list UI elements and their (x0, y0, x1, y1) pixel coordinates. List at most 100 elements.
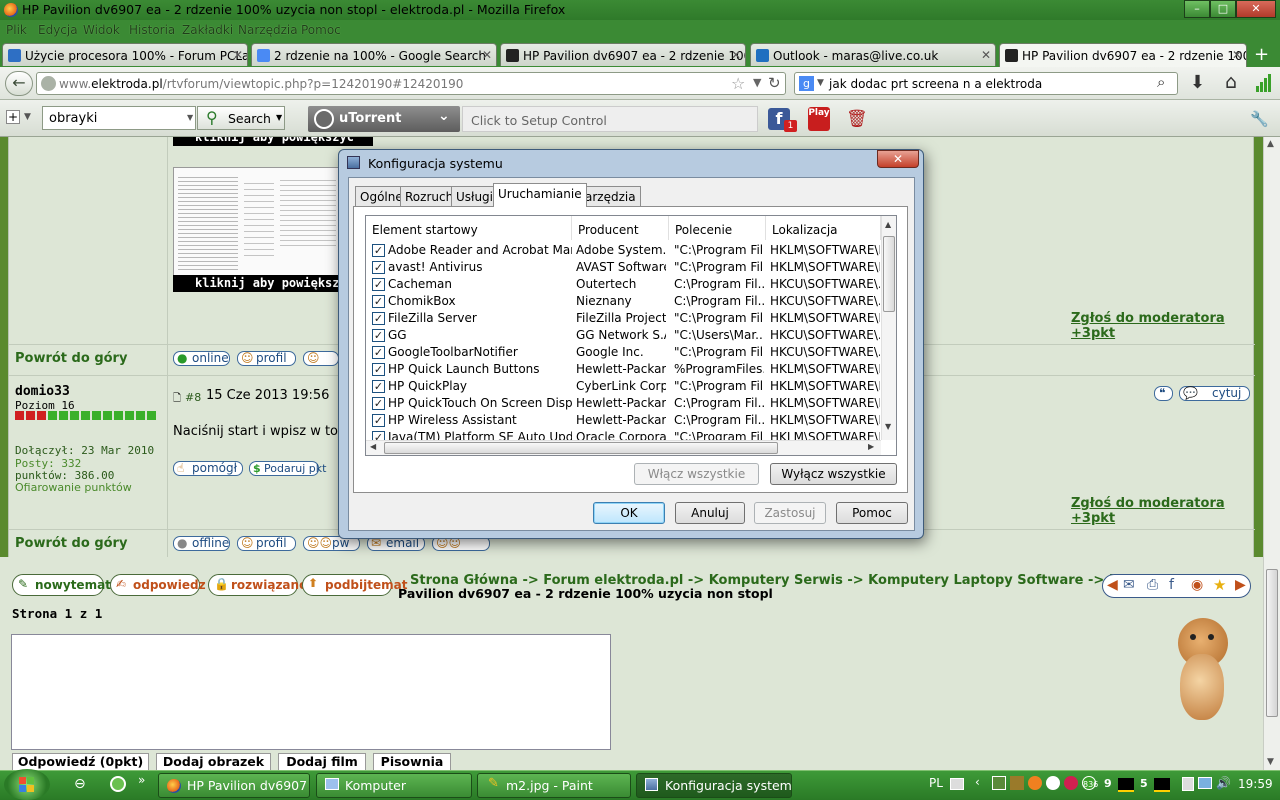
trash-icon[interactable]: 🗑 (846, 109, 868, 129)
thumb-caption-top[interactable]: kliknij aby powiększyc (173, 137, 373, 146)
startup-checkbox[interactable]: ✓ (372, 329, 385, 342)
profile-button[interactable]: ☺ profil (237, 536, 296, 551)
scroll-up-arrow[interactable]: ▲ (1267, 139, 1274, 149)
startup-checkbox[interactable]: ✓ (372, 363, 385, 376)
toolbar-dropdown-icon[interactable]: ▼ (24, 112, 31, 122)
startup-checkbox[interactable]: ✓ (372, 295, 385, 308)
report-moderator-link[interactable]: Zgłoś do moderatora +3pkt (1071, 311, 1253, 341)
tab-google-search[interactable]: 2 rdzenie na 100% - Google Search ✕ (251, 43, 497, 66)
toolbar-add-icon[interactable]: + (6, 110, 20, 124)
reload-icon[interactable]: ↻ (768, 74, 781, 92)
col-manufacturer[interactable]: Producent (572, 216, 669, 240)
startup-checkbox[interactable]: ✓ (372, 244, 385, 257)
menu-file[interactable]: Plik (6, 23, 27, 37)
col-location[interactable]: Lokalizacja (766, 216, 881, 240)
search-input[interactable]: jak dodac prt screena n a elektroda (829, 77, 1042, 91)
facebook-share-icon[interactable]: f (1169, 577, 1174, 593)
google-engine-icon[interactable]: g (799, 76, 814, 91)
reply-button[interactable]: ✍ odpowiedz (110, 574, 206, 596)
bookmark-star-icon[interactable]: ☆ (731, 74, 745, 93)
startup-row[interactable]: ✓ HP QuickTouch On Screen Display Hewlett-… (366, 395, 881, 412)
profile-button[interactable]: ☺ profil (237, 351, 296, 366)
next-icon[interactable]: ▶ (1235, 577, 1246, 593)
quicklaunch-more-icon[interactable]: » (138, 773, 145, 787)
scrollbar-thumb[interactable] (1266, 569, 1278, 717)
tray-app-icon[interactable] (1010, 776, 1024, 790)
startup-row[interactable]: ✓ GG GG Network S.A. "C:\Users\Mar... HKCU\S… (366, 327, 881, 344)
toolbar-search-dropdown-icon[interactable]: ▼ (187, 113, 193, 122)
tab-boot[interactable]: Rozruch (400, 186, 459, 206)
offline-button[interactable]: ● offline (173, 536, 230, 551)
close-window-button[interactable]: ✕ (1236, 0, 1276, 18)
search-bar[interactable]: g ▼ jak dodac prt screena n a elektroda … (794, 72, 1178, 95)
close-tab-icon[interactable]: ✕ (981, 48, 991, 62)
new-topic-button[interactable]: ✎ nowytemat (12, 574, 111, 596)
network-icon[interactable] (1198, 777, 1212, 789)
online-button[interactable]: ● online (173, 351, 230, 366)
quicklaunch-icon[interactable]: ⊖ (74, 776, 86, 792)
quote-button[interactable]: 💬 cytuj (1179, 386, 1250, 401)
startup-row[interactable]: ✓ HP QuickPlay CyberLink Corp. "C:\Program … (366, 378, 881, 395)
col-startup-item[interactable]: Element startowy (366, 216, 572, 240)
list-vertical-scrollbar[interactable]: ▲ ▼ (881, 216, 896, 440)
url-text[interactable]: www.elektroda.pl/rtvforum/viewtopic.php?… (59, 77, 463, 91)
bump-topic-button[interactable]: ⬆ podbijtemat (302, 574, 407, 596)
menu-tools[interactable]: Narzędzia (238, 23, 298, 37)
startup-checkbox[interactable]: ✓ (372, 346, 385, 359)
multiquote-button[interactable]: ❝ (1154, 386, 1173, 401)
scroll-down-arrow[interactable]: ▼ (1267, 757, 1274, 767)
volume-icon[interactable]: 🔊 (1216, 776, 1231, 790)
url-dropdown-icon[interactable]: ▼ (753, 76, 761, 89)
tray-device-icon[interactable] (1182, 777, 1194, 791)
url-bar[interactable]: www.elektroda.pl/rtvforum/viewtopic.php?… (36, 72, 786, 95)
prev-icon[interactable]: ◀ (1107, 577, 1118, 593)
helped-button[interactable]: ☝ pomógł (173, 461, 243, 476)
add-image-button[interactable]: Dodaj obrazek (156, 753, 271, 771)
give-points-button[interactable]: $ Podaruj pkt (249, 461, 326, 476)
startup-row[interactable]: ✓ FileZilla Server FileZilla Project "C:\Pr… (366, 310, 881, 327)
help-button[interactable]: Pomoc (836, 502, 908, 524)
home-icon[interactable]: ⌂ (1225, 71, 1237, 93)
reply-submit-button[interactable]: Odpowiedź (0pkt) (12, 753, 149, 771)
tab-elektroda-active[interactable]: HP Pavilion dv6907 ea - 2 rdzenie 100...… (999, 43, 1247, 67)
star-icon[interactable]: ★ (1213, 576, 1226, 594)
ok-button[interactable]: OK (593, 502, 665, 524)
tray-app-icon[interactable] (1028, 776, 1042, 790)
startup-checkbox[interactable]: ✓ (372, 312, 385, 325)
startup-row[interactable]: ✓ avast! Antivirus AVAST Software "C:\Progr… (366, 259, 881, 276)
menu-help[interactable]: Pomoc (301, 23, 341, 37)
startup-checkbox[interactable]: ✓ (372, 380, 385, 393)
spellcheck-button[interactable]: Pisownia (373, 753, 451, 771)
start-button[interactable] (4, 769, 50, 800)
startup-row[interactable]: ✓ ChomikBox Nieznany C:\Program Fil... HKCU\… (366, 293, 881, 310)
clock[interactable]: 19:59 (1238, 777, 1273, 791)
donate-points-link[interactable]: Ofiarowanie punktów (15, 481, 132, 494)
startup-items-list[interactable]: Element startowy Producent Polecenie Lok… (365, 215, 897, 456)
list-horizontal-scrollbar[interactable]: ◀ ▶ (366, 440, 881, 455)
enable-all-button[interactable]: Włącz wszystkie (634, 463, 759, 485)
col-command[interactable]: Polecenie (669, 216, 766, 240)
new-tab-button[interactable]: + (1254, 44, 1269, 65)
utorrent-toolbar-button[interactable]: uTorrent ⌄ (308, 106, 460, 132)
report-moderator-link[interactable]: Zgłoś do moderatora +3pkt (1071, 496, 1253, 526)
maximize-button[interactable]: □ (1210, 0, 1236, 18)
menu-edit[interactable]: Edycja (38, 23, 78, 37)
back-button[interactable]: ← (5, 71, 33, 96)
tab-outlook[interactable]: Outlook - maras@live.co.uk ✕ (750, 43, 996, 66)
taskbar-firefox[interactable]: HP Pavilion dv6907 ... (158, 773, 310, 798)
startup-row[interactable]: ✓HP Quick Launch Buttons Hewlett-Packar..… (366, 361, 881, 378)
back-to-top-link[interactable]: Powrót do góry (15, 351, 127, 366)
watch-icon[interactable]: ◉ (1191, 577, 1203, 593)
screenshot-thumbnail[interactable] (173, 167, 343, 277)
tray-app-icon[interactable] (1064, 776, 1078, 790)
startup-row[interactable]: ✓Adobe Reader and Acrobat Manager Adobe S… (366, 242, 881, 259)
list-scroll-thumb[interactable] (883, 236, 895, 312)
scroll-left-arrow[interactable]: ◀ (370, 442, 376, 451)
setup-control-field[interactable]: Click to Setup Control (462, 106, 758, 132)
startup-row[interactable]: ✓HP Wireless Assistant Hewlett-Packar... C… (366, 412, 881, 429)
minimize-button[interactable]: – (1184, 0, 1210, 18)
thumb-caption-bottom[interactable]: kliknij aby powiększy (173, 275, 343, 292)
tray-app-icon[interactable] (992, 776, 1006, 790)
menu-bookmarks[interactable]: Zakładki (182, 23, 233, 37)
apply-button[interactable]: Zastosuj (754, 502, 826, 524)
